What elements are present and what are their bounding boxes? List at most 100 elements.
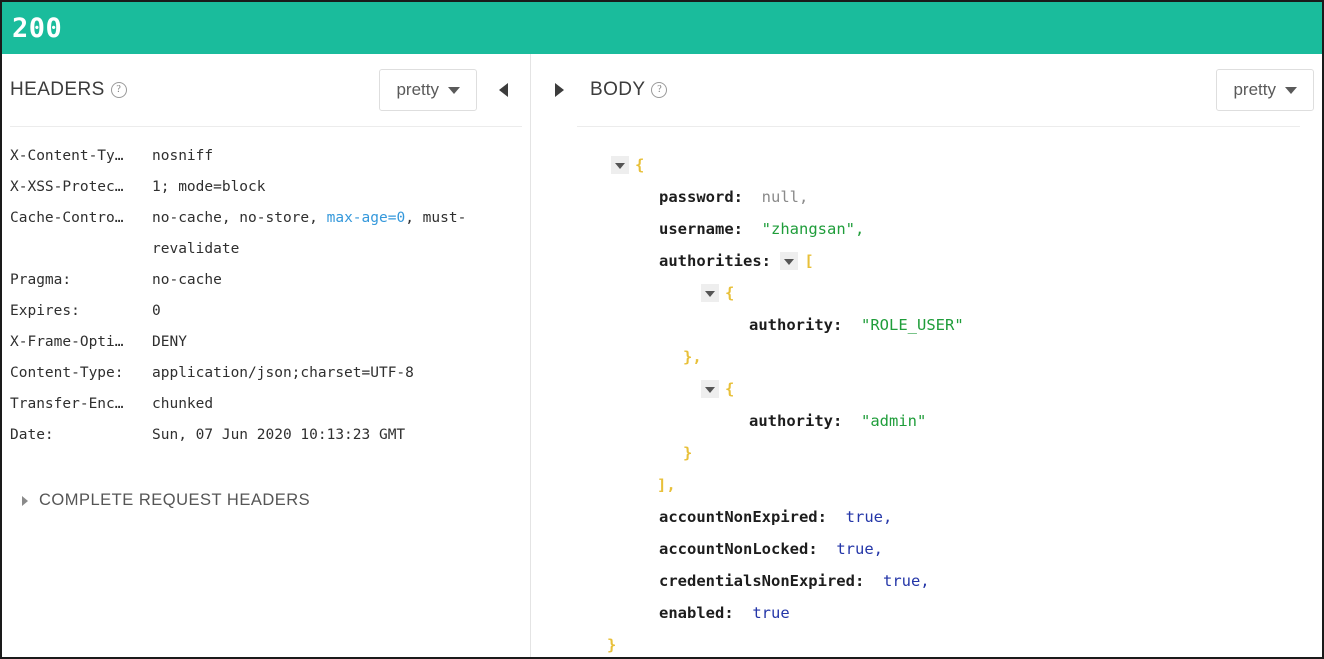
json-key-accountNonLocked: accountNonLocked: [659, 540, 809, 558]
body-format-label: pretty: [1233, 80, 1276, 99]
json-key-enabled: enabled: [659, 604, 725, 622]
json-colon: :: [733, 220, 743, 238]
json-line-password: password: null,: [531, 181, 1322, 213]
json-colon: :: [854, 572, 865, 590]
json-object-close: }: [683, 444, 693, 462]
json-value-enabled: true: [752, 604, 790, 622]
status-code: 200: [12, 12, 63, 44]
json-line-auth2-open: {: [531, 373, 1322, 405]
json-key-authority: authority: [749, 412, 833, 430]
json-object-open: {: [725, 380, 735, 398]
header-value: chunked: [152, 396, 214, 412]
body-section-header: BODY ? pretty: [531, 54, 1322, 126]
header-value: no-cache, no-store, max-age=0, must-reva…: [152, 203, 522, 265]
json-value-authority: "admin": [861, 412, 927, 430]
header-name: Content-Type:: [10, 365, 124, 381]
json-array-open: [: [804, 252, 814, 270]
header-value: Sun, 07 Jun 2020 10:13:23 GMT: [152, 427, 406, 443]
json-line-auth1-open: {: [531, 277, 1322, 309]
header-name: X-Frame-Opti…: [10, 334, 124, 350]
complete-request-headers-toggle[interactable]: COMPLETE REQUEST HEADERS: [10, 491, 522, 510]
header-value: nosniff: [152, 148, 214, 164]
body-format-dropdown[interactable]: pretty: [1216, 69, 1314, 111]
headers-pane: HEADERS ? pretty X-Content-Ty… nosniff X…: [2, 54, 531, 657]
header-name: Pragma:: [10, 272, 72, 288]
chevron-right-icon[interactable]: [555, 83, 564, 97]
json-line-auth2-authority: authority: "admin": [531, 405, 1322, 437]
chevron-down-icon: [448, 86, 460, 94]
header-value: 0: [152, 303, 161, 319]
header-value: application/json;charset=UTF-8: [152, 365, 414, 381]
json-array-close: ],: [657, 476, 676, 494]
json-value-username: "zhangsan",: [761, 220, 865, 238]
json-line-accountNonExpired: accountNonExpired: true,: [531, 501, 1322, 533]
collapse-toggle-icon[interactable]: [701, 380, 719, 398]
header-name: Cache-Contro…: [10, 210, 124, 226]
header-value-link[interactable]: max-age=0: [327, 210, 406, 226]
json-line-root-open: {: [531, 149, 1322, 181]
header-name: X-XSS-Protec…: [10, 179, 124, 195]
json-key-authority: authority: [749, 316, 833, 334]
json-colon: :: [724, 604, 734, 622]
json-key-username: username: [659, 220, 734, 238]
json-line-auth2-close: }: [531, 437, 1322, 469]
json-close-brace: }: [607, 636, 617, 654]
body-pane: BODY ? pretty { password: null, username…: [531, 54, 1322, 657]
complete-request-headers-label: COMPLETE REQUEST HEADERS: [39, 491, 311, 509]
json-key-credentialsNonExpired: credentialsNonExpired: [659, 572, 855, 590]
header-row: Date: Sun, 07 Jun 2020 10:13:23 GMT: [10, 420, 522, 451]
json-value-credentialsNonExpired: true,: [882, 572, 930, 590]
headers-format-label: pretty: [396, 80, 439, 99]
json-key-accountNonExpired: accountNonExpired: [659, 508, 818, 526]
header-row: Expires: 0: [10, 296, 522, 327]
json-body-viewer: { password: null, username: "zhangsan", …: [531, 127, 1322, 657]
split-panes: HEADERS ? pretty X-Content-Ty… nosniff X…: [2, 54, 1322, 657]
header-value: no-cache: [152, 272, 222, 288]
json-key-authorities: authorities: [659, 252, 762, 270]
chevron-down-icon: [1285, 86, 1297, 94]
headers-section-header: HEADERS ? pretty: [2, 54, 530, 126]
json-colon: :: [761, 252, 771, 270]
header-name: Date:: [10, 427, 54, 443]
chevron-right-icon: [22, 495, 28, 506]
collapse-toggle-icon[interactable]: [780, 252, 799, 270]
json-line-username: username: "zhangsan",: [531, 213, 1322, 245]
header-name: Transfer-Enc…: [10, 396, 124, 412]
json-object-open: {: [725, 284, 735, 302]
header-name: Expires:: [10, 303, 80, 319]
json-line-authorities-close: ],: [531, 469, 1322, 501]
question-mark-circle-icon[interactable]: ?: [651, 82, 668, 98]
headers-list: X-Content-Ty… nosniff X-XSS-Protec… 1; m…: [2, 127, 530, 510]
json-line-auth1-close: },: [531, 341, 1322, 373]
header-row: Pragma: no-cache: [10, 265, 522, 296]
header-row: X-Content-Ty… nosniff: [10, 141, 522, 172]
header-name: X-Content-Ty…: [10, 148, 124, 164]
json-colon: :: [808, 540, 818, 558]
headers-format-dropdown[interactable]: pretty: [379, 69, 477, 111]
json-line-accountNonLocked: accountNonLocked: true,: [531, 533, 1322, 565]
json-line-auth1-authority: authority: "ROLE_USER": [531, 309, 1322, 341]
question-mark-circle-icon[interactable]: ?: [110, 82, 127, 98]
json-line-root-close: }: [531, 629, 1322, 657]
header-value: 1; mode=block: [152, 179, 266, 195]
header-row: X-XSS-Protec… 1; mode=block: [10, 172, 522, 203]
json-value-accountNonLocked: true,: [836, 540, 883, 558]
status-bar: 200: [2, 2, 1322, 54]
chevron-left-icon[interactable]: [499, 83, 508, 97]
json-line-enabled: enabled: true: [531, 597, 1322, 629]
body-title: BODY: [590, 79, 646, 100]
header-value-pre: no-cache, no-store,: [152, 210, 327, 226]
collapse-toggle-icon[interactable]: [701, 284, 719, 302]
json-value-accountNonExpired: true,: [845, 508, 893, 526]
json-line-authorities: authorities: [: [531, 245, 1322, 277]
collapse-toggle-icon[interactable]: [611, 156, 629, 174]
header-row: X-Frame-Opti… DENY: [10, 327, 522, 358]
header-row: Content-Type: application/json;charset=U…: [10, 358, 522, 389]
response-viewer: 200 HEADERS ? pretty X-Content-Ty… nosni…: [0, 0, 1324, 659]
json-colon: :: [733, 188, 743, 206]
json-line-credentialsNonExpired: credentialsNonExpired: true,: [531, 565, 1322, 597]
header-row: Transfer-Enc… chunked: [10, 389, 522, 420]
json-colon: :: [833, 412, 843, 430]
json-value-authority: "ROLE_USER": [861, 316, 964, 334]
json-key-password: password: [659, 188, 734, 206]
